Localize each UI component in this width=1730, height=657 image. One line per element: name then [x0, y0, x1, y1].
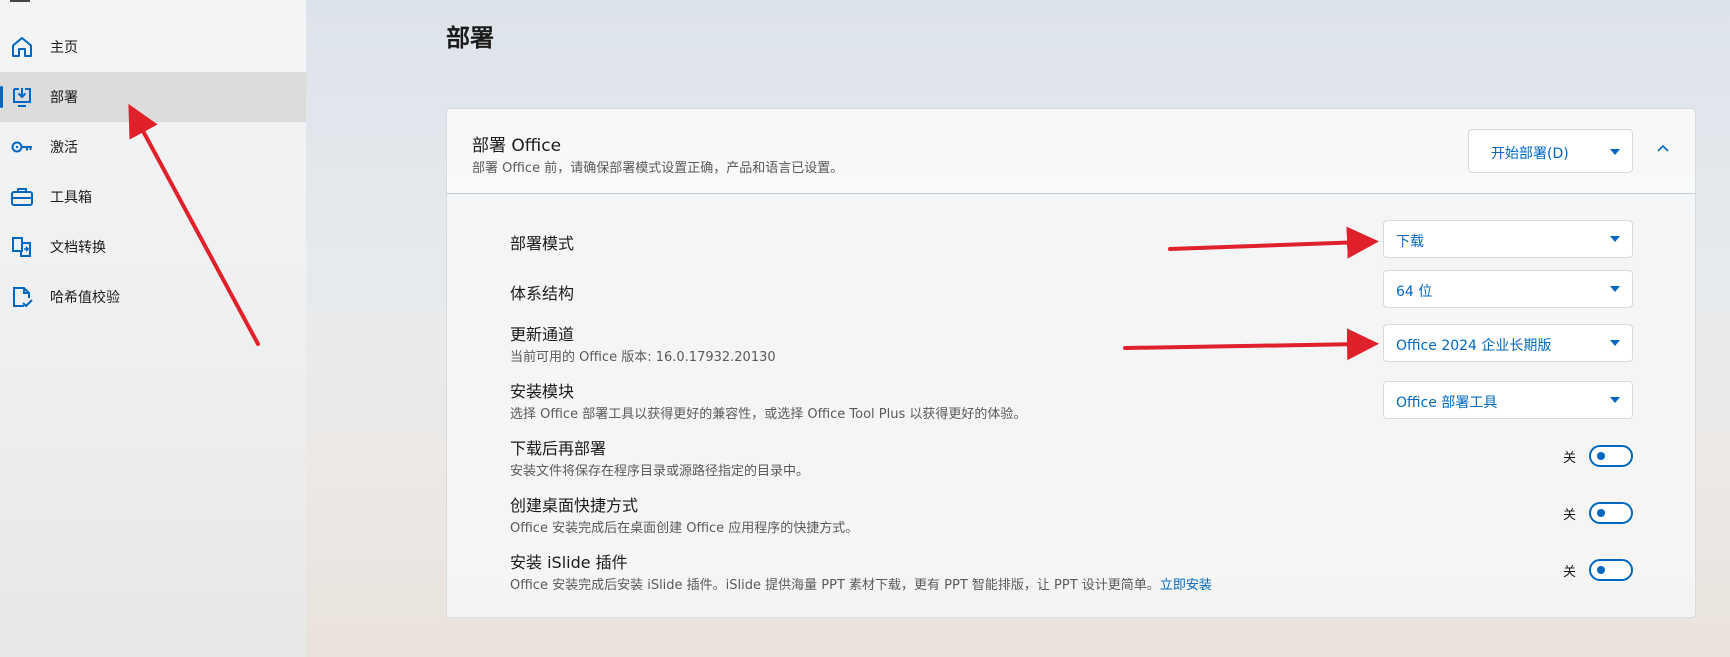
deploy-settings-panel: 部署模式 下载 体系结构 64 位 更新通道 当前可用的 Office 版本: …: [446, 194, 1696, 618]
toggle-state-label: 关: [1563, 565, 1577, 580]
islide-desc-text: Office 安装完成后安装 iSlide 插件。iSlide 提供海量 PPT…: [510, 578, 1160, 593]
page-title: 部署: [446, 24, 494, 52]
desktop-shortcut-desc: Office 安装完成后在桌面创建 Office 应用程序的快捷方式。: [510, 521, 859, 536]
sidebar-item-doc-convert[interactable]: 文档转换: [0, 222, 306, 272]
toolbox-icon: [11, 188, 33, 206]
deploy-mode-dropdown[interactable]: 下载: [1383, 220, 1633, 258]
chevron-up-icon[interactable]: [1655, 141, 1671, 157]
toggle-knob: [1597, 509, 1605, 517]
sidebar-item-hash-check[interactable]: 哈希值校验: [0, 272, 306, 322]
chevron-down-icon: [1610, 286, 1620, 292]
update-channel-dropdown[interactable]: Office 2024 企业长期版: [1383, 324, 1633, 362]
sidebar-item-label: 文档转换: [50, 240, 106, 256]
chevron-down-icon: [1610, 340, 1620, 346]
islide-toggle[interactable]: [1589, 559, 1633, 581]
install-module-desc: 选择 Office 部署工具以获得更好的兼容性，或选择 Office Tool …: [510, 407, 1027, 422]
deploy-office-card-header[interactable]: 部署 Office 部署 Office 前，请确保部署模式设置正确，产品和语言已…: [446, 108, 1696, 194]
sidebar-item-label: 部署: [50, 90, 78, 106]
menu-icon[interactable]: [10, 0, 30, 2]
sidebar-item-label: 主页: [50, 40, 78, 56]
update-channel-desc: 当前可用的 Office 版本: 16.0.17932.20130: [510, 350, 776, 365]
start-deploy-label: 开始部署(D): [1491, 146, 1569, 162]
home-icon: [12, 37, 32, 57]
sidebar-item-activate[interactable]: 激活: [0, 122, 306, 172]
architecture-title: 体系结构: [510, 284, 575, 303]
sidebar-item-toolbox[interactable]: 工具箱: [0, 172, 306, 222]
architecture-value: 64 位: [1396, 284, 1433, 300]
sidebar-item-home[interactable]: 主页: [0, 22, 306, 72]
card-title: 部署 Office: [472, 136, 562, 156]
sidebar-item-label: 哈希值校验: [50, 290, 120, 306]
sidebar: 主页 部署 激活 工具箱 文档转换 哈希值校验: [0, 0, 306, 657]
install-module-title: 安装模块: [510, 382, 575, 401]
download-first-desc: 安装文件将保存在程序目录或源路径指定的目录中。: [510, 464, 810, 479]
chevron-down-icon[interactable]: [1610, 149, 1620, 155]
update-channel-title: 更新通道: [510, 325, 575, 344]
deploy-mode-value: 下载: [1396, 234, 1424, 250]
deploy-mode-title: 部署模式: [510, 234, 575, 253]
selection-indicator: [0, 86, 3, 108]
toggle-state-label: 关: [1563, 508, 1577, 523]
desktop-shortcut-toggle[interactable]: [1589, 502, 1633, 524]
start-deploy-button[interactable]: 开始部署(D): [1468, 129, 1633, 173]
chevron-down-icon: [1610, 236, 1620, 242]
desktop-shortcut-title: 创建桌面快捷方式: [510, 496, 639, 515]
islide-title: 安装 iSlide 插件: [510, 553, 628, 572]
install-module-value: Office 部署工具: [1396, 395, 1498, 411]
document-convert-icon: [12, 237, 31, 257]
sidebar-item-deploy[interactable]: 部署: [0, 72, 306, 122]
sidebar-item-label: 工具箱: [50, 190, 92, 206]
architecture-dropdown[interactable]: 64 位: [1383, 270, 1633, 308]
islide-desc: Office 安装完成后安装 iSlide 插件。iSlide 提供海量 PPT…: [510, 574, 1212, 593]
file-check-icon: [13, 287, 33, 308]
key-icon: [11, 141, 32, 153]
sidebar-item-label: 激活: [50, 140, 78, 156]
deploy-icon: [13, 88, 31, 107]
chevron-down-icon: [1610, 397, 1620, 403]
download-first-title: 下载后再部署: [510, 439, 607, 458]
card-description: 部署 Office 前，请确保部署模式设置正确，产品和语言已设置。: [472, 161, 844, 176]
toggle-state-label: 关: [1563, 451, 1577, 466]
install-now-link[interactable]: 立即安装: [1160, 578, 1212, 593]
install-module-dropdown[interactable]: Office 部署工具: [1383, 381, 1633, 419]
toggle-knob: [1597, 566, 1605, 574]
download-first-toggle[interactable]: [1589, 445, 1633, 467]
update-channel-value: Office 2024 企业长期版: [1396, 338, 1552, 354]
toggle-knob: [1597, 452, 1605, 460]
